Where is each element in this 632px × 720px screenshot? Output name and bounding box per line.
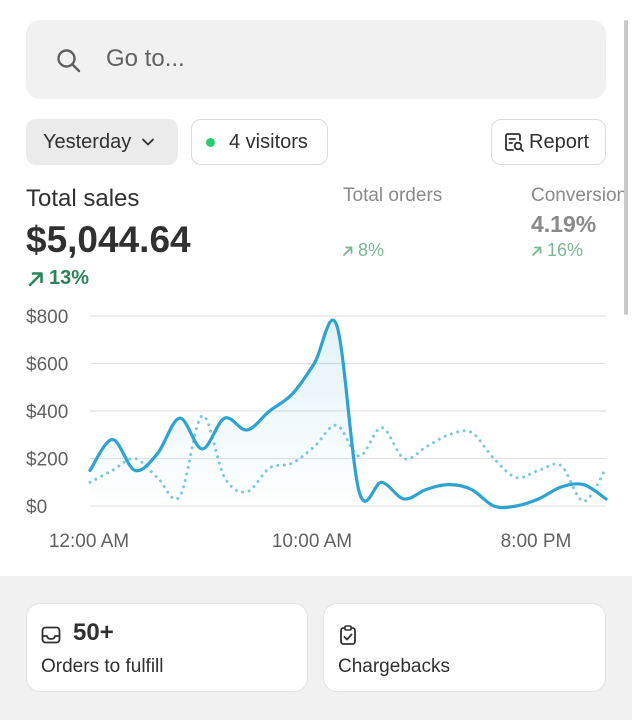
visitors-label: 4 visitors — [229, 130, 308, 153]
total-orders-change: 8% — [358, 240, 385, 260]
report-label: Report — [529, 130, 590, 153]
inbox-icon — [41, 626, 61, 644]
chargebacks-label: Chargebacks — [338, 656, 450, 677]
report-button[interactable]: Report — [491, 119, 606, 165]
orders-to-fulfill-label: Orders to fulfill — [41, 656, 164, 677]
chargebacks-card[interactable]: Chargebacks — [323, 603, 606, 692]
total-sales-trend: 13% — [27, 267, 89, 290]
report-icon — [505, 133, 524, 152]
x-tick-label: 12:00 AM — [49, 531, 129, 552]
total-sales-label[interactable]: Total sales — [26, 185, 139, 213]
total-sales-value: $5,044.64 — [26, 219, 191, 260]
chevron-down-icon — [142, 138, 155, 146]
sales-chart[interactable]: $800 $600 $400 $200 $0 12:00 AM 10:00 AM 8:00 … — [0, 296, 632, 556]
date-range-selector[interactable]: Yesterday — [26, 119, 178, 165]
arrow-up-right-icon — [343, 246, 353, 256]
date-range-label: Yesterday — [43, 130, 132, 153]
live-visitors-button[interactable]: 4 visitors — [191, 119, 328, 165]
y-tick-label: $0 — [26, 497, 47, 518]
orders-to-fulfill-count: 50+ — [73, 619, 114, 646]
arrow-up-right-icon — [532, 246, 542, 256]
x-tick-label: 8:00 PM — [501, 531, 572, 552]
scrollbar[interactable] — [624, 20, 628, 315]
arrow-up-right-icon — [28, 271, 43, 286]
y-tick-label: $200 — [26, 450, 68, 471]
y-tick-label: $600 — [26, 355, 68, 376]
search-input[interactable]: Go to... — [106, 45, 185, 73]
total-orders-label[interactable]: Total orders — [343, 185, 442, 207]
x-tick-label: 10:00 AM — [272, 531, 352, 552]
clipboard-check-icon — [340, 625, 356, 645]
y-tick-label: $400 — [26, 402, 68, 423]
conversion-trend: 16% — [531, 240, 583, 261]
search-icon — [57, 49, 81, 73]
total-orders-trend: 8% — [342, 240, 384, 261]
conversion-label[interactable]: Conversion — [531, 185, 627, 207]
conversion-value: 4.19% — [531, 211, 597, 237]
conversion-change: 16% — [547, 240, 584, 260]
orders-to-fulfill-card[interactable]: 50+ Orders to fulfill — [26, 603, 308, 692]
live-dot-icon — [206, 137, 215, 147]
total-sales-change: 13% — [49, 267, 90, 289]
y-tick-label: $800 — [26, 307, 68, 328]
